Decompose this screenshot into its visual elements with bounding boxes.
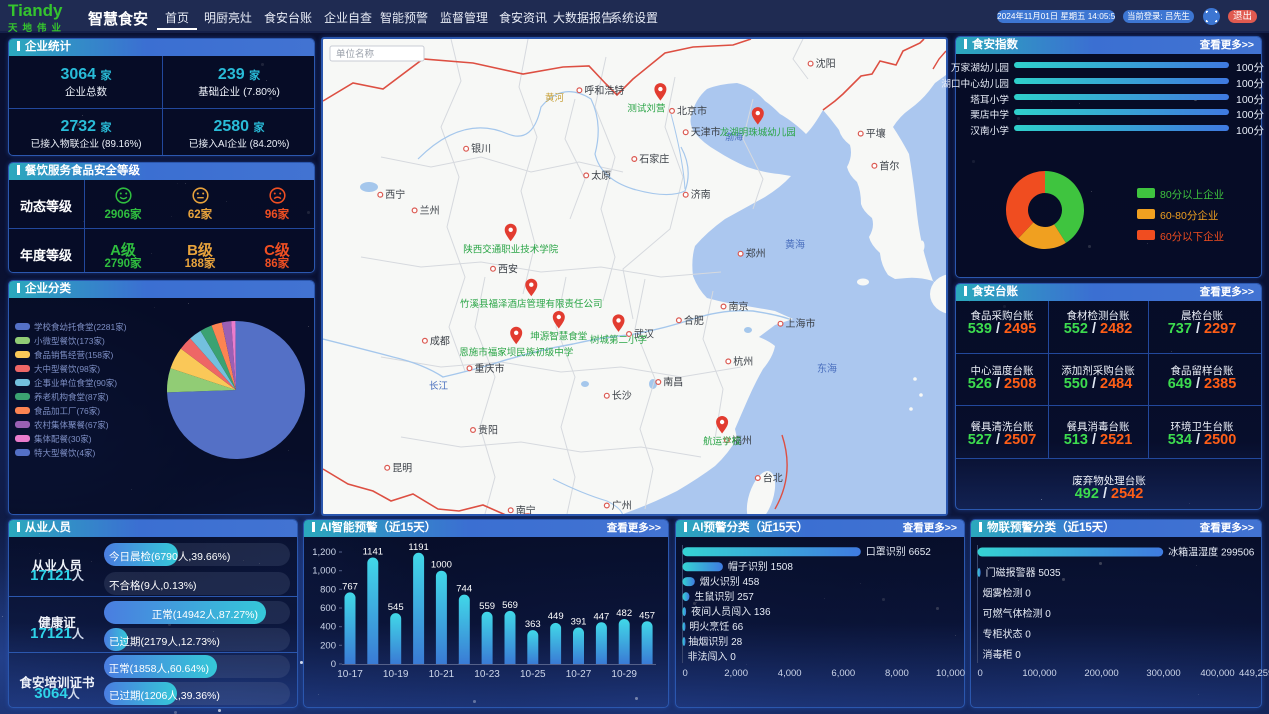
svg-text:上海市: 上海市	[786, 317, 816, 330]
svg-text:贵阳: 贵阳	[478, 424, 498, 437]
svg-text:石家庄: 石家庄	[639, 153, 669, 166]
svg-text:南昌: 南昌	[663, 376, 683, 389]
svg-text:非法闯入 0: 非法闯入 0	[688, 650, 737, 663]
svg-text:449: 449	[548, 611, 564, 622]
svg-text:南宁: 南宁	[516, 504, 536, 514]
svg-text:专柜状态 0: 专柜状态 0	[983, 628, 1032, 641]
svg-text:6,000: 6,000	[831, 668, 855, 679]
svg-text:10,000: 10,000	[936, 668, 965, 679]
svg-text:800: 800	[320, 584, 336, 595]
svg-text:陕西交通职业技术学院: 陕西交通职业技术学院	[463, 243, 559, 255]
svg-text:航运学校: 航运学校	[703, 436, 742, 448]
svg-text:恩施市福家坝民族初级中学: 恩施市福家坝民族初级中学	[459, 346, 573, 358]
svg-text:西安: 西安	[498, 262, 518, 275]
svg-text:首尔: 首尔	[879, 159, 899, 172]
svg-text:明火烹饪 66: 明火烹饪 66	[689, 620, 743, 633]
svg-text:1,000: 1,000	[312, 566, 336, 577]
svg-text:200: 200	[320, 640, 336, 651]
svg-text:457: 457	[639, 610, 655, 621]
svg-text:1141: 1141	[363, 547, 383, 558]
svg-text:545: 545	[388, 602, 404, 613]
svg-text:10-21: 10-21	[429, 669, 455, 680]
svg-text:口罩识别 6652: 口罩识别 6652	[866, 546, 931, 558]
svg-text:成都: 成都	[430, 335, 450, 347]
svg-text:8,000: 8,000	[885, 668, 909, 679]
svg-text:黄河: 黄河	[545, 92, 565, 104]
svg-text:广州: 广州	[612, 500, 632, 512]
svg-text:帽子识别 1508: 帽子识别 1508	[728, 560, 793, 573]
svg-text:1000: 1000	[431, 560, 452, 571]
svg-text:569: 569	[502, 600, 518, 611]
svg-text:昆明: 昆明	[392, 462, 412, 474]
svg-text:767: 767	[342, 581, 358, 592]
svg-text:391: 391	[571, 617, 587, 628]
svg-text:10-29: 10-29	[611, 669, 637, 680]
svg-text:黄海: 黄海	[785, 238, 805, 251]
svg-text:呼和浩特: 呼和浩特	[584, 85, 624, 97]
svg-text:4,000: 4,000	[778, 668, 802, 679]
svg-text:744: 744	[456, 584, 472, 595]
svg-text:100,000: 100,000	[1022, 668, 1056, 679]
svg-text:449,259: 449,259	[1239, 668, 1269, 679]
svg-text:400,000: 400,000	[1200, 668, 1234, 679]
svg-text:单位名称: 单位名称	[336, 48, 375, 60]
svg-text:竹溪县福泽酒店管理有限责任公司: 竹溪县福泽酒店管理有限责任公司	[460, 298, 603, 310]
svg-text:郑州: 郑州	[746, 247, 766, 260]
svg-text:消毒柜 0: 消毒柜 0	[983, 648, 1022, 661]
svg-text:合肥: 合肥	[684, 314, 704, 327]
svg-text:门磁报警器 5035: 门磁报警器 5035	[986, 566, 1061, 579]
svg-text:抽烟识别 28: 抽烟识别 28	[688, 635, 742, 648]
svg-text:0: 0	[978, 668, 983, 679]
svg-text:沈阳: 沈阳	[816, 57, 836, 70]
svg-text:平壤: 平壤	[866, 127, 886, 140]
svg-text:冰箱温湿度 299506: 冰箱温湿度 299506	[1168, 546, 1255, 559]
svg-text:0: 0	[683, 668, 688, 679]
svg-text:长沙: 长沙	[612, 390, 632, 402]
svg-text:10-23: 10-23	[474, 669, 500, 680]
svg-text:长江: 长江	[429, 380, 449, 392]
svg-text:西宁: 西宁	[385, 188, 405, 201]
svg-text:482: 482	[616, 608, 632, 619]
svg-text:1191: 1191	[408, 542, 428, 553]
svg-text:600: 600	[320, 603, 336, 614]
svg-text:北京市: 北京市	[677, 104, 707, 117]
svg-text:363: 363	[525, 619, 541, 630]
svg-text:重庆市: 重庆市	[475, 362, 505, 375]
svg-text:树城第二小学: 树城第二小学	[590, 334, 647, 346]
svg-text:300,000: 300,000	[1146, 668, 1180, 679]
svg-text:10-17: 10-17	[337, 669, 363, 680]
svg-text:可燃气体检测 0: 可燃气体检测 0	[983, 607, 1052, 620]
svg-text:坤源智慧食堂: 坤源智慧食堂	[530, 331, 587, 343]
svg-text:10-19: 10-19	[383, 669, 409, 680]
svg-text:200,000: 200,000	[1084, 668, 1118, 679]
svg-text:南京: 南京	[729, 300, 749, 313]
svg-text:杭州: 杭州	[733, 355, 753, 368]
svg-text:2,000: 2,000	[724, 668, 748, 679]
svg-text:龙湖明珠城幼儿园: 龙湖明珠城幼儿园	[720, 127, 796, 139]
svg-text:烟火识别 458: 烟火识别 458	[700, 575, 760, 588]
svg-text:台北: 台北	[763, 472, 783, 485]
svg-text:559: 559	[479, 601, 495, 612]
svg-text:济南: 济南	[691, 188, 711, 201]
svg-text:东海: 东海	[817, 362, 837, 375]
svg-text:天津市: 天津市	[691, 126, 721, 139]
svg-text:400: 400	[320, 622, 336, 633]
svg-text:测试刘营: 测试刘营	[627, 103, 665, 115]
svg-text:447: 447	[593, 611, 609, 622]
svg-text:银川: 银川	[471, 142, 491, 155]
svg-text:兰州: 兰州	[420, 204, 440, 217]
svg-text:烟雾检测 0: 烟雾检测 0	[983, 587, 1032, 600]
svg-text:0: 0	[331, 659, 336, 670]
svg-text:1,200: 1,200	[312, 547, 336, 558]
svg-text:太原: 太原	[591, 169, 611, 182]
svg-text:生鼠识别 257: 生鼠识别 257	[694, 590, 754, 603]
svg-text:10-27: 10-27	[566, 669, 592, 680]
svg-text:夜间人员闯入 136: 夜间人员闯入 136	[691, 605, 771, 618]
svg-text:10-25: 10-25	[520, 669, 546, 680]
